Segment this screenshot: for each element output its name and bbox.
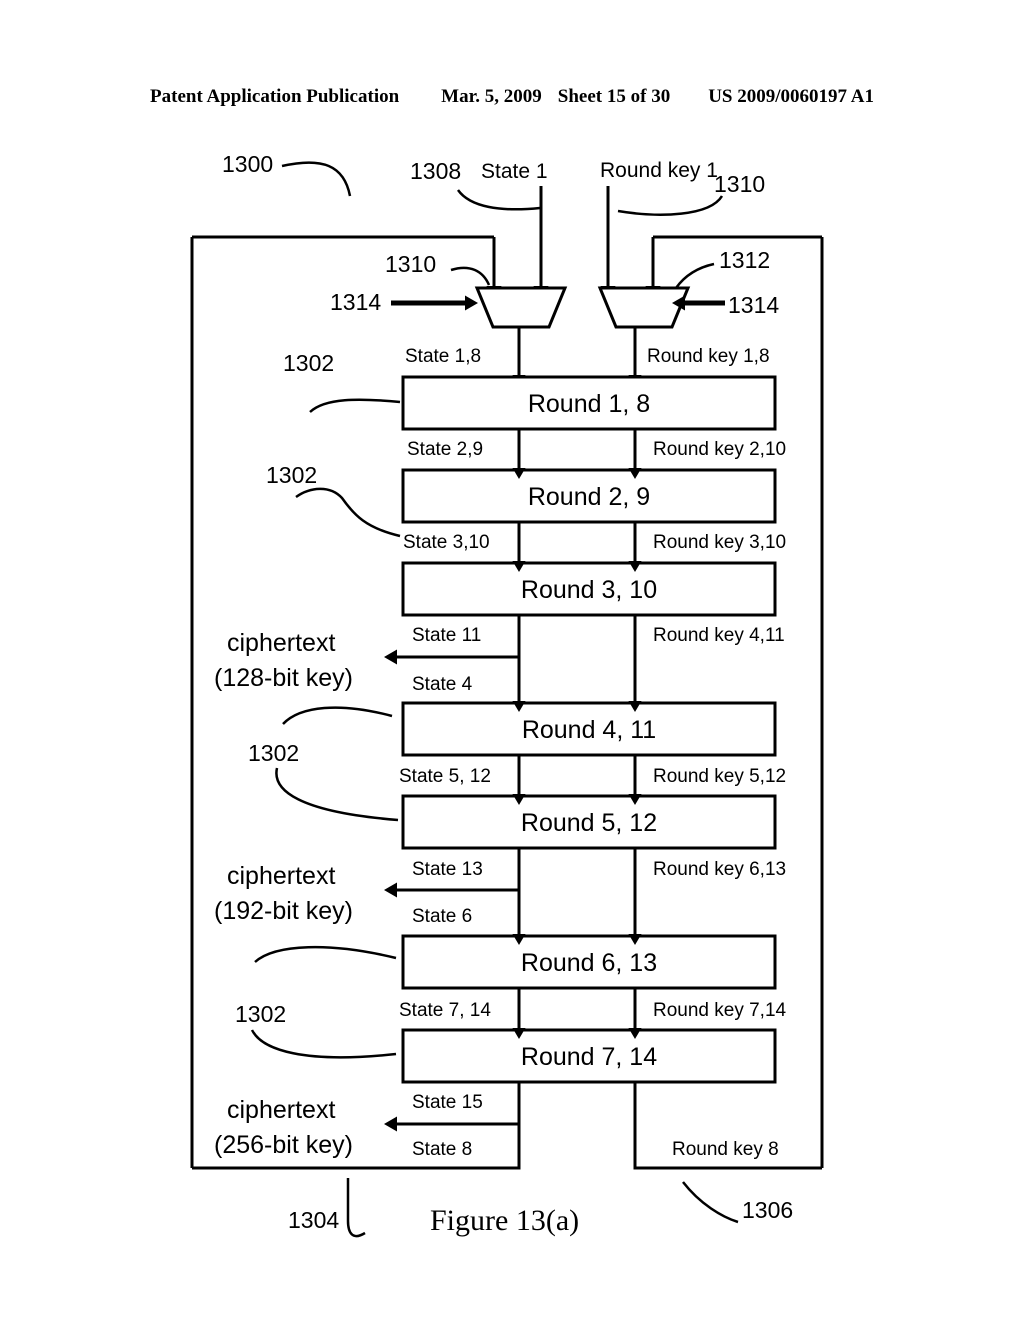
ref-1310-mux: 1310: [385, 251, 436, 277]
round-label-6: Round 6, 13: [521, 949, 657, 977]
signal-key-in-1: Round key 1,8: [647, 346, 770, 367]
leader-1308: [456, 189, 541, 211]
ciphertext-label-256-line2: (256-bit key): [214, 1131, 353, 1159]
ciphertext-label-256-line1: ciphertext: [227, 1096, 335, 1124]
mux-right-shape: [597, 286, 691, 329]
leader-1304: [346, 1178, 366, 1238]
tap-state-label-256: State 15: [412, 1092, 483, 1113]
leader-1300: [281, 161, 352, 197]
signal-key-in-4: Round key 4,11: [653, 625, 785, 646]
ref-1304: 1304: [288, 1207, 339, 1233]
signal-key-in-6: Round key 6,13: [653, 859, 786, 880]
signal-state-in-1: State 1,8: [405, 346, 481, 367]
ciphertext-label-192-line2: (192-bit key): [214, 897, 353, 925]
figure-caption: Figure 13(a): [430, 1204, 580, 1237]
round-label-5: Round 5, 12: [521, 809, 657, 837]
signal-key-in-3: Round key 3,10: [653, 532, 786, 553]
round-label-7: Round 7, 14: [521, 1043, 657, 1071]
ciphertext-label-192-line1: ciphertext: [227, 862, 335, 890]
round-label-1: Round 1, 8: [528, 390, 650, 418]
ref-1302-d: 1302: [235, 1001, 286, 1027]
leader-1302-d1: [254, 945, 397, 963]
patent-figure-page: Patent Application Publication Mar. 5, 20…: [0, 0, 1024, 1320]
ref-1310-top: 1310: [714, 171, 765, 197]
leader-1302-a: [309, 398, 401, 413]
tap-state-label-192: State 13: [412, 859, 483, 880]
feedback-roundkey-label: Round key 8: [672, 1139, 779, 1160]
leader-1302-b: [295, 487, 401, 538]
signal-state-in-3: State 3,10: [403, 532, 490, 553]
leader-1306: [682, 1181, 739, 1224]
ref-1306: 1306: [742, 1197, 793, 1223]
leader-1302-c2: [275, 767, 399, 822]
ciphertext-label-128-line2: (128-bit key): [214, 664, 353, 692]
signal-key-in-7: Round key 7,14: [653, 1000, 787, 1021]
mux-left-shape: [474, 286, 568, 329]
signal-state-in-4: State 4: [412, 674, 473, 695]
input-state-label: State 1: [481, 160, 548, 183]
ref-1314-right: 1314: [728, 292, 779, 318]
input-roundkey-label: Round key 1: [600, 159, 718, 182]
ref-1312-mux: 1312: [719, 247, 770, 273]
leader-1312-mux-right: [674, 262, 715, 289]
tap-state-label-128: State 11: [412, 625, 481, 646]
ref-1314-left: 1314: [330, 289, 381, 315]
signal-key-in-2: Round key 2,10: [653, 439, 786, 460]
leader-1302-c1: [282, 706, 393, 725]
round-label-2: Round 2, 9: [528, 483, 650, 511]
signal-state-in-2: State 2,9: [407, 439, 483, 460]
round-label-4: Round 4, 11: [522, 716, 656, 744]
ref-1302-b: 1302: [266, 462, 317, 488]
ref-1302-c: 1302: [248, 740, 299, 766]
ref-1302-a: 1302: [283, 350, 334, 376]
ref-1300: 1300: [222, 151, 273, 177]
signal-state-in-7: State 7, 14: [399, 1000, 491, 1021]
leader-1310-mux-left: [450, 266, 491, 286]
signal-state-in-5: State 5, 12: [399, 766, 491, 787]
ciphertext-label-128-line1: ciphertext: [227, 629, 335, 657]
feedback-state-label: State 8: [412, 1139, 472, 1160]
signal-key-in-5: Round key 5,12: [653, 766, 786, 787]
leader-1302-d2: [250, 1029, 397, 1059]
signal-state-in-6: State 6: [412, 906, 472, 927]
figure-drawing: 1300 1308 1310 1310 1312 1314 1314 1302 …: [190, 151, 824, 1238]
round-label-3: Round 3, 10: [521, 576, 657, 604]
ref-1308: 1308: [410, 158, 461, 184]
leader-1310-top: [617, 195, 724, 216]
